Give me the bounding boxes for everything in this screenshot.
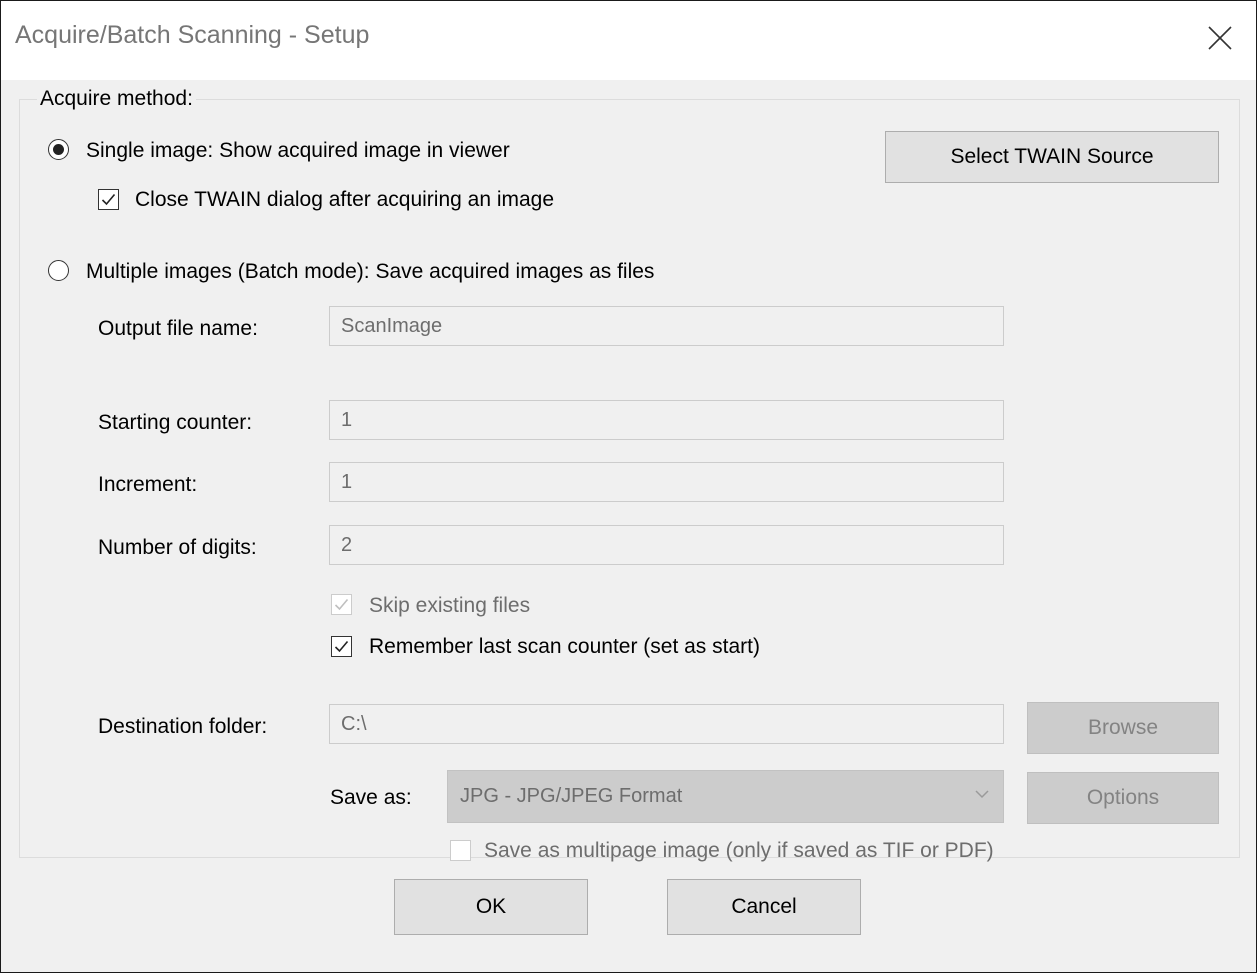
cancel-button[interactable]: Cancel — [667, 879, 861, 935]
starting-counter-label: Starting counter: — [98, 411, 253, 434]
multiple-images-label[interactable]: Multiple images (Batch mode): Save acqui… — [86, 260, 654, 284]
title-bar: Acquire/Batch Scanning - Setup — [1, 1, 1256, 80]
starting-counter-field[interactable]: 1 — [329, 400, 1004, 440]
save-as-value: JPG - JPG/JPEG Format — [460, 785, 683, 807]
close-icon[interactable] — [1201, 19, 1239, 57]
number-of-digits-label: Number of digits: — [98, 536, 257, 559]
checkmark-icon — [334, 640, 349, 653]
ok-button[interactable]: OK — [394, 879, 588, 935]
select-twain-source-button[interactable]: Select TWAIN Source — [885, 131, 1219, 183]
skip-existing-checkbox[interactable] — [331, 594, 352, 615]
chevron-down-icon — [975, 790, 989, 799]
destination-folder-field[interactable]: C:\ — [329, 704, 1004, 744]
single-image-label[interactable]: Single image: Show acquired image in vie… — [86, 139, 510, 163]
save-as-select[interactable]: JPG - JPG/JPEG Format — [447, 770, 1004, 823]
remember-counter-label[interactable]: Remember last scan counter (set as start… — [369, 635, 760, 659]
select-twain-source-label: Select TWAIN Source — [950, 145, 1154, 168]
browse-button[interactable]: Browse — [1027, 702, 1219, 754]
output-file-name-field[interactable]: ScanImage — [329, 306, 1004, 346]
skip-existing-label[interactable]: Skip existing files — [369, 594, 530, 618]
destination-folder-label: Destination folder: — [98, 715, 268, 738]
acquire-setup-dialog: Acquire/Batch Scanning - Setup Acquire m… — [0, 0, 1257, 973]
browse-label: Browse — [1087, 716, 1159, 739]
options-button[interactable]: Options — [1027, 772, 1219, 824]
multipage-label[interactable]: Save as multipage image (only if saved a… — [484, 839, 994, 863]
group-legend: Acquire method: — [37, 87, 196, 111]
options-label: Options — [1086, 786, 1160, 809]
increment-field[interactable]: 1 — [329, 462, 1004, 502]
cancel-label: Cancel — [731, 895, 797, 918]
increment-label: Increment: — [98, 473, 198, 496]
multipage-checkbox[interactable] — [450, 840, 471, 861]
number-of-digits-field[interactable]: 2 — [329, 525, 1004, 565]
checkmark-icon — [334, 598, 349, 611]
window-title: Acquire/Batch Scanning - Setup — [15, 21, 370, 49]
single-image-radio[interactable] — [48, 139, 69, 160]
checkmark-icon — [101, 193, 116, 206]
multiple-images-radio[interactable] — [48, 260, 69, 281]
remember-counter-checkbox[interactable] — [331, 636, 352, 657]
close-twain-checkbox[interactable] — [98, 189, 119, 210]
ok-label: OK — [475, 895, 507, 918]
output-file-name-label: Output file name: — [98, 317, 258, 340]
save-as-label: Save as: — [330, 786, 412, 809]
close-twain-label[interactable]: Close TWAIN dialog after acquiring an im… — [135, 188, 554, 212]
